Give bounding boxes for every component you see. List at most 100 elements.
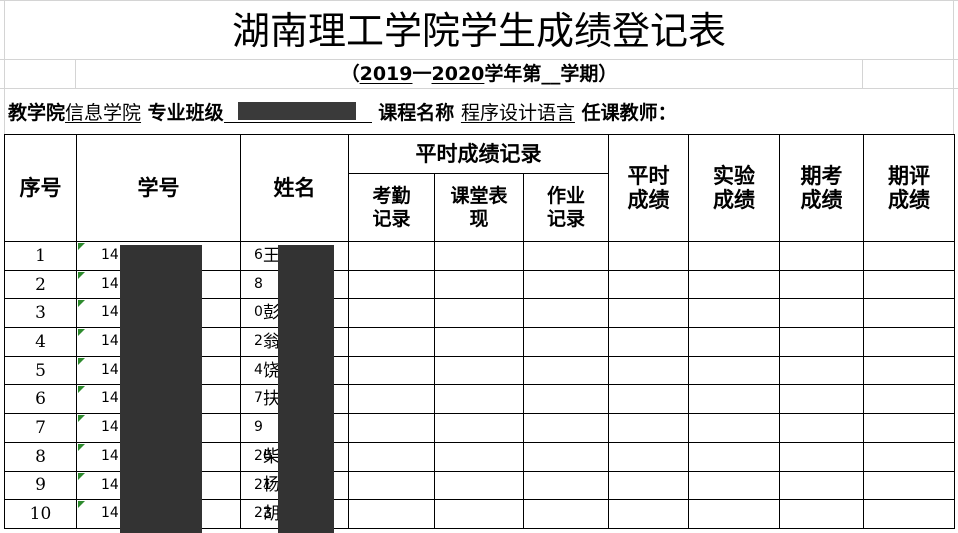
college-label: 教学院 (8, 102, 66, 124)
daily-score-cell[interactable] (608, 413, 689, 443)
class-performance-cell[interactable] (434, 499, 524, 529)
homework-cell[interactable] (523, 241, 609, 271)
student-id-prefix: 14 (101, 476, 119, 493)
student-id-prefix: 14 (101, 275, 119, 292)
attendance-cell[interactable] (348, 241, 435, 271)
attendance-cell[interactable] (348, 384, 435, 415)
class-performance-cell[interactable] (434, 441, 524, 472)
daily-score-cell[interactable] (608, 298, 689, 329)
final-score-cell[interactable] (863, 441, 955, 472)
final-score-cell[interactable] (863, 298, 955, 329)
student-id-prefix: 14 (101, 333, 119, 350)
daily-score-cell[interactable] (608, 269, 689, 300)
final-score-cell[interactable] (863, 269, 955, 300)
row-index[interactable]: 10 (4, 499, 77, 529)
lab-score-cell[interactable] (688, 413, 780, 443)
attendance-cell[interactable] (348, 298, 435, 329)
class-performance-cell[interactable] (434, 241, 524, 271)
student-id-prefix: 14 (101, 505, 119, 522)
homework-cell[interactable] (523, 384, 609, 415)
term-blank: __ (541, 63, 561, 85)
class-performance-cell[interactable] (434, 384, 524, 415)
row-index[interactable]: 1 (4, 241, 77, 271)
daily-score-cell[interactable] (608, 470, 689, 501)
row-index[interactable]: 6 (4, 384, 77, 415)
row-index[interactable]: 4 (4, 327, 77, 357)
teacher-label: 任课教师： (581, 102, 677, 124)
text-number-indicator-icon (78, 386, 85, 394)
attendance-cell[interactable] (348, 269, 435, 300)
final-score-cell[interactable] (863, 470, 955, 501)
row-index[interactable]: 8 (4, 441, 77, 472)
header-final-score: 期评 成绩 (863, 134, 955, 242)
lab-score-cell[interactable] (688, 384, 780, 415)
lab-score-cell[interactable] (688, 241, 780, 271)
homework-cell[interactable] (523, 269, 609, 300)
text-number-indicator-icon (78, 443, 85, 451)
header-student-id: 学号 (76, 134, 241, 242)
daily-score-cell[interactable] (608, 355, 689, 386)
homework-cell[interactable] (523, 441, 609, 472)
year-start: 2019 (359, 63, 413, 85)
attendance-cell[interactable] (348, 441, 435, 472)
term-label: 学年第 (484, 63, 542, 85)
daily-score-cell[interactable] (608, 241, 689, 271)
class-performance-cell[interactable] (434, 327, 524, 357)
row-index[interactable]: 7 (4, 413, 77, 443)
lab-score-cell[interactable] (688, 355, 780, 386)
lab-score-cell[interactable] (688, 298, 780, 329)
academic-term: （2019一2020学年第__学期） (0, 60, 958, 88)
exam-score-cell[interactable] (779, 355, 864, 386)
daily-score-cell[interactable] (608, 384, 689, 415)
text-number-indicator-icon (78, 271, 85, 279)
row-index[interactable]: 5 (4, 355, 77, 386)
daily-score-cell[interactable] (608, 327, 689, 357)
lab-score-cell[interactable] (688, 327, 780, 357)
homework-cell[interactable] (523, 327, 609, 357)
attendance-cell[interactable] (348, 327, 435, 357)
final-score-cell[interactable] (863, 241, 955, 271)
daily-score-cell[interactable] (608, 441, 689, 472)
header-index: 序号 (4, 134, 77, 242)
attendance-cell[interactable] (348, 499, 435, 529)
exam-score-cell[interactable] (779, 384, 864, 415)
attendance-cell[interactable] (348, 413, 435, 443)
row-index[interactable]: 2 (4, 269, 77, 300)
row-index[interactable]: 9 (4, 470, 77, 501)
lab-score-cell[interactable] (688, 499, 780, 529)
final-score-cell[interactable] (863, 384, 955, 415)
class-performance-cell[interactable] (434, 470, 524, 501)
final-score-cell[interactable] (863, 327, 955, 357)
class-performance-cell[interactable] (434, 355, 524, 386)
lab-score-cell[interactable] (688, 441, 780, 472)
attendance-cell[interactable] (348, 355, 435, 386)
class-performance-cell[interactable] (434, 269, 524, 300)
lab-score-cell[interactable] (688, 470, 780, 501)
homework-cell[interactable] (523, 470, 609, 501)
final-score-cell[interactable] (863, 413, 955, 443)
row-index[interactable]: 3 (4, 298, 77, 329)
class-performance-cell[interactable] (434, 413, 524, 443)
lab-score-cell[interactable] (688, 269, 780, 300)
exam-score-cell[interactable] (779, 298, 864, 329)
daily-score-cell[interactable] (608, 499, 689, 529)
exam-score-cell[interactable] (779, 327, 864, 357)
paren-open: （ (340, 63, 360, 85)
id-redaction-mask (120, 245, 202, 533)
homework-cell[interactable] (523, 355, 609, 386)
exam-score-cell[interactable] (779, 269, 864, 300)
exam-score-cell[interactable] (779, 470, 864, 501)
exam-score-cell[interactable] (779, 441, 864, 472)
exam-score-cell[interactable] (779, 499, 864, 529)
exam-score-cell[interactable] (779, 241, 864, 271)
exam-score-cell[interactable] (779, 413, 864, 443)
homework-cell[interactable] (523, 298, 609, 329)
final-score-cell[interactable] (863, 499, 955, 529)
attendance-cell[interactable] (348, 470, 435, 501)
final-score-cell[interactable] (863, 355, 955, 386)
homework-cell[interactable] (523, 413, 609, 443)
text-number-indicator-icon (78, 329, 85, 337)
class-performance-cell[interactable] (434, 298, 524, 329)
text-number-indicator-icon (78, 243, 85, 250)
homework-cell[interactable] (523, 499, 609, 529)
